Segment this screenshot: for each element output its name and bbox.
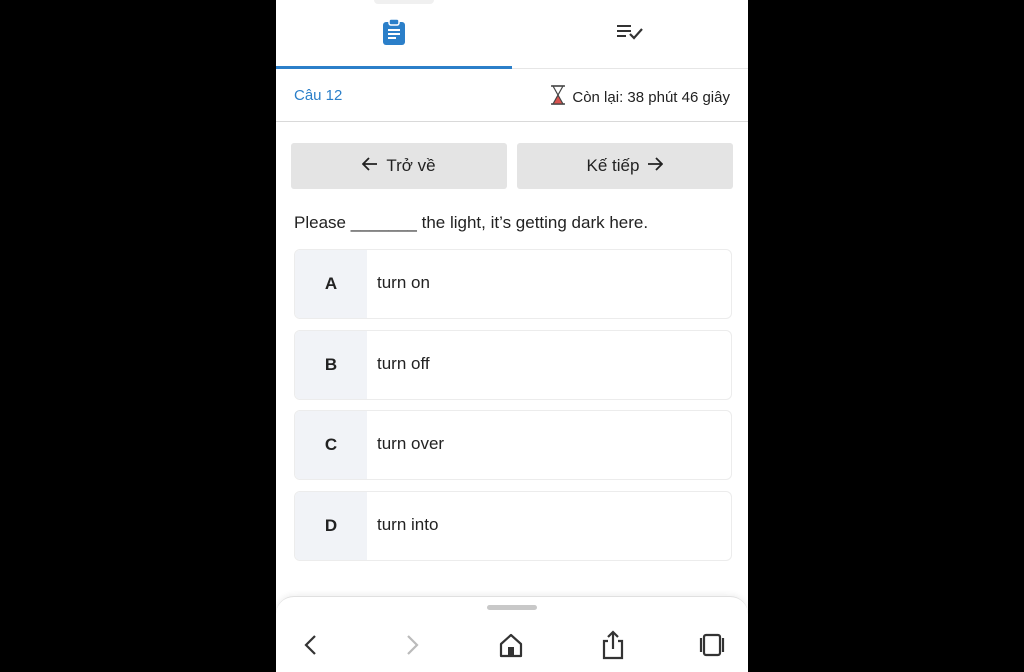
quiz-screen: Câu 12 Còn lại: 38 phút 46 giây Trở về K… xyxy=(276,0,748,672)
arrow-right-icon xyxy=(647,156,664,176)
tab-questions[interactable] xyxy=(276,0,512,68)
option-letter: B xyxy=(295,331,367,399)
option-c[interactable]: C turn over xyxy=(294,410,732,480)
option-letter: C xyxy=(295,411,367,479)
back-arrow-icon[interactable] xyxy=(293,627,329,663)
forward-arrow-icon[interactable] xyxy=(394,627,430,663)
option-text: turn on xyxy=(377,273,430,292)
option-b[interactable]: B turn off xyxy=(294,330,732,400)
option-letter: D xyxy=(295,492,367,560)
option-letter: A xyxy=(295,250,367,318)
countdown-timer: Còn lại: 38 phút 46 giây xyxy=(550,85,730,109)
tabs-icon[interactable] xyxy=(694,627,730,663)
option-text: turn into xyxy=(377,515,439,534)
next-button[interactable]: Kế tiếp xyxy=(517,143,733,189)
option-text: turn off xyxy=(377,354,430,373)
browser-toolbar xyxy=(276,596,748,672)
back-button[interactable]: Trở về xyxy=(291,143,507,189)
home-icon[interactable] xyxy=(493,627,529,663)
option-text: turn over xyxy=(377,434,445,453)
drag-handle[interactable] xyxy=(487,605,537,610)
question-number: Câu 12 xyxy=(294,87,343,104)
share-icon[interactable] xyxy=(595,627,631,663)
tab-bar xyxy=(276,0,748,69)
question-info-bar: Câu 12 Còn lại: 38 phút 46 giây xyxy=(276,69,748,122)
tab-answered[interactable] xyxy=(512,0,748,68)
clipboard-icon xyxy=(382,17,406,50)
hourglass-icon xyxy=(550,85,566,109)
checklist-icon xyxy=(616,22,644,47)
back-button-label: Trở về xyxy=(386,156,436,175)
arrow-left-icon xyxy=(362,156,378,176)
timer-text: Còn lại: 38 phút 46 giây xyxy=(572,88,730,106)
option-a[interactable]: A turn on xyxy=(294,249,732,319)
option-d[interactable]: D turn into xyxy=(294,491,732,561)
question-text: Please _______ the light, it’s getting d… xyxy=(294,213,649,232)
next-button-label: Kế tiếp xyxy=(586,156,640,175)
